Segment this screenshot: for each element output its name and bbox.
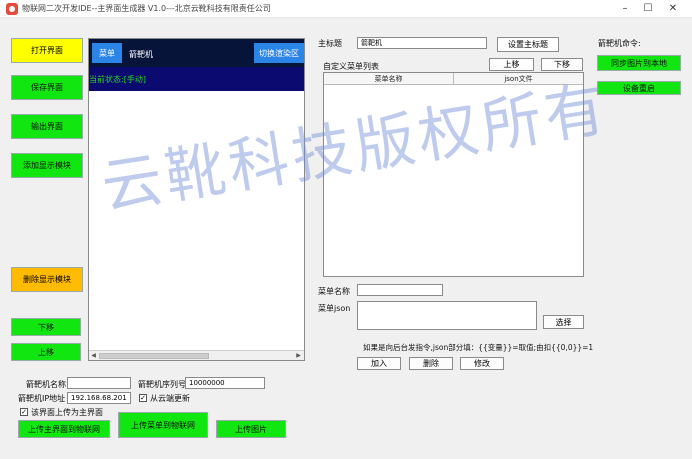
menu-delete-button[interactable]: 删除	[409, 357, 453, 370]
set-main-layout-label: 该界面上传为主界面	[31, 408, 103, 417]
machine-ip-label: 箭靶机IP地址	[18, 394, 66, 403]
layout-preview[interactable]: 菜单 箭靶机 切换渲染区 当前状态:[手动] ◀ ▶	[88, 38, 305, 361]
cloud-update-label: 从云端更新	[150, 394, 190, 403]
cloud-update-checkbox[interactable]: ✓	[139, 394, 147, 402]
export-layout-button[interactable]: 输出界面	[11, 114, 83, 139]
window-title: 物联网二次开发IDE--主界面生成器 V1.0---北京云靴科技有限责任公司	[22, 4, 271, 13]
machine-serial-input[interactable]	[185, 377, 265, 389]
upload-image-button[interactable]: 上传图片	[216, 420, 286, 438]
menu-table-header: 菜单名称 json文件	[324, 73, 583, 85]
preview-status-text: 当前状态:[手动]	[89, 67, 304, 91]
save-layout-button[interactable]: 保存界面	[11, 75, 83, 100]
minimize-icon[interactable]: –	[618, 2, 632, 16]
menu-name-input[interactable]	[357, 284, 443, 296]
menu-list-label: 自定义菜单列表	[323, 62, 379, 71]
column-header-json-file[interactable]: json文件	[454, 73, 583, 85]
scroll-thumb[interactable]	[99, 353, 209, 359]
machine-commands-label: 箭靶机命令:	[598, 39, 641, 48]
preview-title: 箭靶机	[129, 50, 153, 59]
menu-json-textarea[interactable]	[357, 301, 537, 330]
menu-add-button[interactable]: 加入	[357, 357, 401, 370]
machine-serial-label: 箭靶机序列号	[138, 380, 186, 389]
preview-horizontal-scrollbar[interactable]: ◀ ▶	[89, 350, 304, 360]
select-json-button[interactable]: 选择	[543, 315, 584, 329]
maximize-icon[interactable]: ☐	[641, 2, 655, 16]
main-title-label: 主标题	[318, 39, 342, 48]
menu-json-label: 菜单json	[318, 304, 351, 313]
open-layout-button[interactable]: 打开界面	[11, 38, 83, 63]
add-display-module-button[interactable]: 添加显示模块	[11, 153, 83, 178]
machine-name-label: 箭靶机名称	[26, 380, 66, 389]
column-header-menu-name[interactable]: 菜单名称	[324, 73, 454, 85]
title-bar: 物联网二次开发IDE--主界面生成器 V1.0---北京云靴科技有限责任公司 –…	[0, 0, 692, 18]
delete-display-module-button[interactable]: 删除显示模块	[11, 267, 83, 292]
menu-table[interactable]: 菜单名称 json文件	[323, 72, 584, 277]
move-up-button[interactable]: 上移	[11, 343, 81, 361]
preview-header: 菜单 箭靶机 切换渲染区	[89, 39, 304, 67]
menu-modify-button[interactable]: 修改	[460, 357, 504, 370]
sync-images-button[interactable]: 同步图片到本地	[597, 55, 681, 71]
scroll-left-icon[interactable]: ◀	[89, 352, 98, 360]
preview-switch-button[interactable]: 切换渲染区	[254, 43, 304, 63]
machine-ip-input[interactable]	[67, 392, 131, 404]
app-icon	[6, 3, 18, 15]
json-hint-text: 如果是向后台发指令,json部分填：{{变量}}=取值;由扣{{0,0}}=1	[363, 343, 594, 352]
close-icon[interactable]: ✕	[666, 2, 680, 16]
set-main-layout-checkbox[interactable]: ✓	[20, 408, 28, 416]
machine-name-input[interactable]	[67, 377, 131, 389]
device-reboot-button[interactable]: 设备重启	[597, 81, 681, 95]
move-down-button[interactable]: 下移	[11, 318, 81, 336]
menu-move-up-button[interactable]: 上移	[489, 58, 534, 71]
scroll-right-icon[interactable]: ▶	[294, 352, 303, 360]
main-title-input[interactable]	[357, 37, 487, 49]
menu-name-label: 菜单名称	[318, 287, 350, 296]
upload-main-layout-button[interactable]: 上传主界面到物联网	[18, 420, 110, 438]
set-main-title-button[interactable]: 设置主标题	[497, 37, 559, 52]
preview-menu-button[interactable]: 菜单	[92, 43, 122, 63]
upload-menu-button[interactable]: 上传菜单到物联网	[118, 412, 208, 438]
menu-move-down-button[interactable]: 下移	[541, 58, 583, 71]
